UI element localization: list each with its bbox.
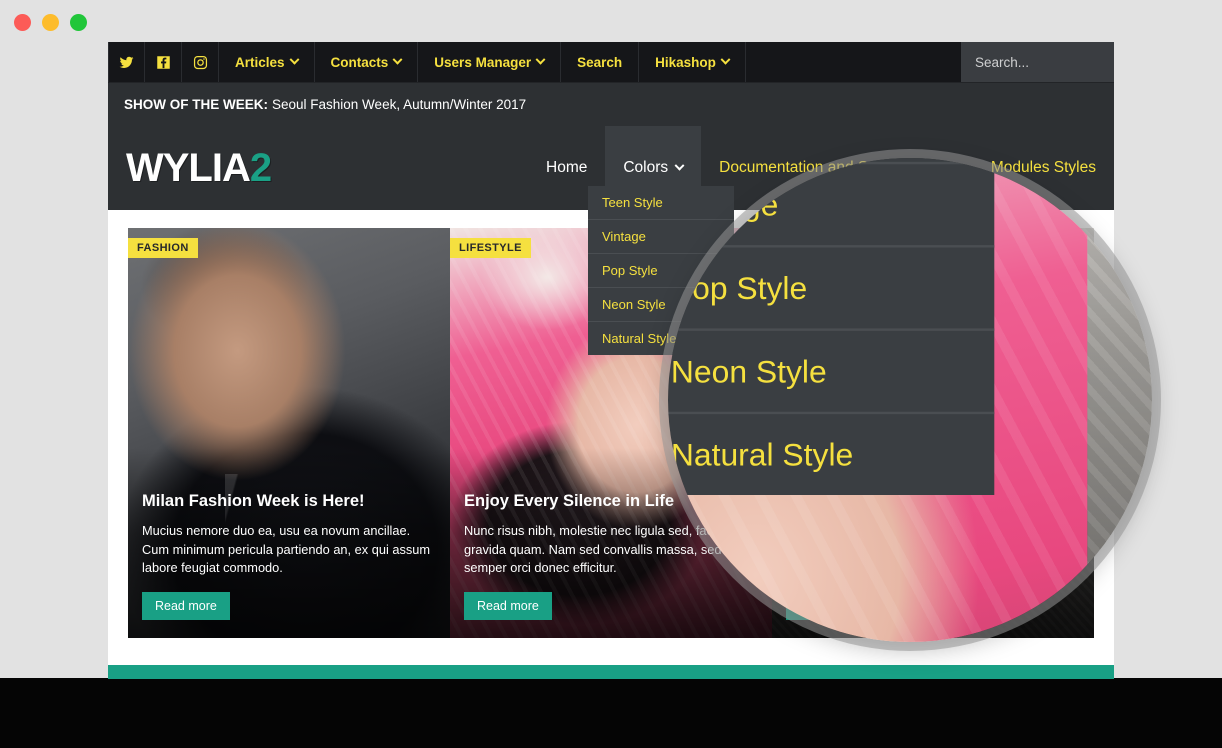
magnified-dropdown-item-pop-style[interactable]: Pop Style <box>668 248 995 331</box>
maximize-button[interactable] <box>70 14 87 31</box>
site-logo[interactable]: WYLIA2 <box>108 145 272 191</box>
bottom-black-strip <box>0 678 1222 748</box>
magnified-dropdown-item-vintage[interactable]: Vintage <box>668 164 995 248</box>
magnifier-scene: feugiat commodo. Read more Colors Docume <box>668 158 1152 642</box>
card-category-badge: FASHION <box>128 238 198 258</box>
topnav-item-search[interactable]: Search <box>561 42 640 82</box>
card-category-badge: LIFESTYLE <box>450 238 531 258</box>
footer-accent-strip <box>108 665 1114 679</box>
topnav-item-hikashop[interactable]: Hikashop <box>639 42 746 82</box>
logo-accent: 2 <box>249 145 272 190</box>
logo-text: WYLIA <box>126 145 251 190</box>
magnifier-lens: feugiat commodo. Read more Colors Docume <box>668 158 1152 642</box>
card-title: Milan Fashion Week is Here! <box>142 492 365 511</box>
topnav-label: Articles <box>235 54 285 70</box>
card-item[interactable]: FASHION Milan Fashion Week is Here! Muci… <box>128 228 450 638</box>
announcement-text: Seoul Fashion Week, Autumn/Winter 2017 <box>272 97 527 112</box>
magnified-dropdown-item-natural-style[interactable]: Natural Style <box>668 414 994 495</box>
search-placeholder: Search... <box>975 54 1030 70</box>
topnav-item-users-manager[interactable]: Users Manager <box>418 42 562 82</box>
facebook-icon[interactable] <box>145 42 182 82</box>
chevron-down-icon <box>289 54 299 65</box>
topnav-label: Users Manager <box>434 54 532 70</box>
nav-label: Home <box>546 159 588 176</box>
card-text: Mucius nemore duo ea, usu ea novum ancil… <box>142 523 431 576</box>
topnav-label: Search <box>577 54 623 70</box>
topnav-item-articles[interactable]: Articles <box>219 42 315 82</box>
chevron-down-icon <box>720 54 731 65</box>
instagram-icon[interactable] <box>182 42 219 82</box>
chevron-down-icon <box>392 54 403 65</box>
chevron-down-icon <box>535 54 546 65</box>
top-utility-bar: Articles Contacts Users Manager Search H… <box>108 42 1114 82</box>
card-body: Milan Fashion Week is Here! Mucius nemor… <box>142 492 436 620</box>
announcement-label: SHOW OF THE WEEK: <box>124 97 268 112</box>
screenshot-root: Articles Contacts Users Manager Search H… <box>0 0 1222 748</box>
search-input[interactable]: Search... <box>961 42 1114 82</box>
twitter-icon[interactable] <box>108 42 145 82</box>
magnified-dropdown-menu: Teen Style Vintage Pop Style Neon Style … <box>668 158 995 495</box>
announcement-bar: SHOW OF THE WEEK: Seoul Fashion Week, Au… <box>108 82 1114 126</box>
read-more-button[interactable]: Read more <box>464 592 552 620</box>
nav-label: Colors <box>623 159 669 176</box>
topnav-item-contacts[interactable]: Contacts <box>315 42 419 82</box>
window-traffic-lights <box>14 14 87 31</box>
topnav-label: Hikashop <box>655 54 716 70</box>
magnifier-content: feugiat commodo. Read more Colors Docume <box>668 158 1152 642</box>
magnified-dropdown-item-neon-style[interactable]: Neon Style <box>668 331 995 415</box>
close-button[interactable] <box>14 14 31 31</box>
topnav-label: Contacts <box>330 54 389 70</box>
minimize-button[interactable] <box>42 14 59 31</box>
read-more-button[interactable]: Read more <box>142 592 230 620</box>
